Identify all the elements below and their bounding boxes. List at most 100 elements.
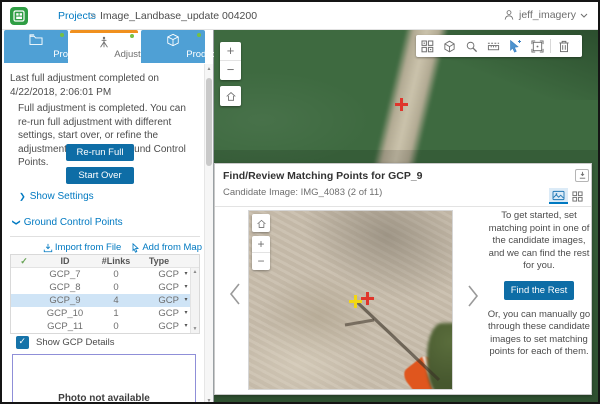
tab-project[interactable]: Project [4,30,68,63]
map-cursor-icon [131,243,140,253]
gcp-actions: Import from File Add from Map [2,242,202,253]
home-icon [256,218,267,229]
grid-view-button[interactable] [568,188,587,204]
instruction-secondary: Or, you can manually go through these ca… [487,309,591,359]
home-icon [225,90,237,102]
gcp-row-gcp8[interactable]: GCP_8 0 GCP ▾ [11,281,199,294]
map-toolbar [416,35,582,57]
user-menu[interactable]: jeff_imagery [503,9,588,21]
select-all-check-icon[interactable]: ✓ [11,255,37,268]
import-icon [43,243,53,253]
show-gcp-details-label: Show GCP Details [36,337,115,348]
overview-extent-button[interactable] [526,35,548,57]
adjustment-status-text: Last full adjustment completed on 4/22/2… [10,72,200,99]
previous-image-button[interactable] [229,282,241,311]
scroll-up-icon[interactable]: ▲ [205,66,213,72]
basemap-button[interactable] [438,35,460,57]
user-icon [503,9,515,21]
import-from-file-link[interactable]: Import from File [43,242,122,253]
gcp-row-gcp7[interactable]: GCP_7 0 GCP ▾ [11,268,199,281]
cube-icon [166,33,180,47]
collapse-panel-icon [578,171,587,180]
zoom-out-button[interactable]: − [220,61,241,80]
gcp-table-header: ✓ ID #Links Type [11,255,199,268]
chevron-down-icon: ❯ [12,219,21,226]
grid-view-icon [572,191,583,202]
matching-panel-title: Find/Review Matching Points for GCP_9 [223,170,423,182]
scroll-down-icon[interactable]: ▼ [205,398,213,404]
photo-not-available-text: Photo not available [13,393,195,404]
username-label: jeff_imagery [519,9,576,21]
select-gcp-tool-icon [508,39,522,53]
search-icon [465,40,478,53]
column-header-links: #Links [93,255,139,268]
divider [10,236,200,237]
overview-extent-icon [531,40,544,53]
status-dot [130,34,134,38]
delete-button[interactable] [553,35,575,57]
scrollbar-thumb[interactable] [206,78,212,166]
show-settings-toggle[interactable]: ❯ Show Settings [19,191,94,202]
chevron-right-icon [467,284,479,308]
gcp-photo-preview: Photo not available [12,354,196,404]
measure-icon [487,40,500,53]
top-bar: Projects > Image_Landbase_update 004200 … [2,2,598,30]
select-gcp-tool-button[interactable] [504,35,526,57]
checkbox-checked-icon[interactable] [16,336,29,349]
status-dot [60,33,64,37]
gcp-section-toggle[interactable]: ❯ Ground Control Points [13,217,123,228]
show-settings-label: Show Settings [30,191,94,202]
gcp-table: ✓ ID #Links Type GCP_7 0 GCP ▾ GCP_8 0 G… [10,254,200,334]
chevron-right-icon: ❯ [19,192,26,201]
map-zoom-control: + − [220,42,241,80]
divider [215,206,591,207]
measure-button[interactable] [482,35,504,57]
tab-products[interactable]: Products [141,30,205,63]
image-home-button[interactable] [252,214,270,232]
column-header-type: Type [139,255,181,268]
breadcrumb-separator: > [90,10,96,22]
start-over-button[interactable]: Start Over [66,167,134,184]
user-caret-icon [580,13,588,18]
panel-scrollbar[interactable]: ▲ ▼ [204,64,213,404]
next-image-button[interactable] [467,284,479,313]
map-view[interactable]: + − [214,30,600,404]
candidate-image-viewer[interactable]: + − [248,210,453,390]
app-logo-icon[interactable] [10,7,28,25]
home-extent-button[interactable] [220,86,241,106]
find-the-rest-button[interactable]: Find the Rest [504,281,575,300]
rerun-full-button[interactable]: Re-run Full [66,144,134,161]
tab-adjustment[interactable]: Adjustment [70,30,138,63]
scroll-down-icon[interactable]: ▼ [191,326,199,332]
gcp-section-title: Ground Control Points [24,217,123,228]
search-button[interactable] [460,35,482,57]
view-toggle-group [549,188,587,204]
scroll-up-icon[interactable]: ▲ [191,269,199,275]
image-zoom-in-button[interactable]: + [252,236,270,253]
image-zoom-out-button[interactable]: − [252,253,270,270]
add-from-map-link[interactable]: Add from Map [131,242,202,253]
gcp-map-marker[interactable] [395,98,408,111]
matching-points-panel: Find/Review Matching Points for GCP_9 Ca… [214,163,592,395]
adjustment-icon [97,36,111,49]
table-scrollbar[interactable]: ▲ ▼ [190,268,199,333]
single-image-view-button[interactable] [549,188,568,204]
single-image-view-icon [552,190,565,201]
collapse-panel-button[interactable] [575,169,589,182]
app-window: Projects > Image_Landbase_update 004200 … [0,0,600,404]
candidate-image-label: Candidate Image: IMG_4083 (2 of 11) [223,187,382,198]
gcp-row-gcp11[interactable]: GCP_11 0 GCP ▾ [11,320,199,333]
matching-instructions: To get started, set matching point in on… [487,210,591,359]
show-gcp-details-checkbox[interactable]: Show GCP Details [16,336,115,349]
instruction-primary: To get started, set matching point in on… [487,210,591,273]
zoom-in-button[interactable]: + [220,42,241,61]
gcp-row-gcp9-selected[interactable]: GCP_9 4 GCP ▾ [11,294,199,307]
adjustment-panel: Project Adjustment Products Last full ad… [2,30,214,404]
gcp-row-gcp10[interactable]: GCP_10 1 GCP ▾ [11,307,199,320]
basemap-hexagon-icon [443,40,456,53]
image-zoom-control: + − [252,236,270,270]
candidate-collection-button[interactable] [416,35,438,57]
gcp-projected-marker [361,292,374,305]
chevron-left-icon [229,282,241,306]
status-dot [197,33,201,37]
